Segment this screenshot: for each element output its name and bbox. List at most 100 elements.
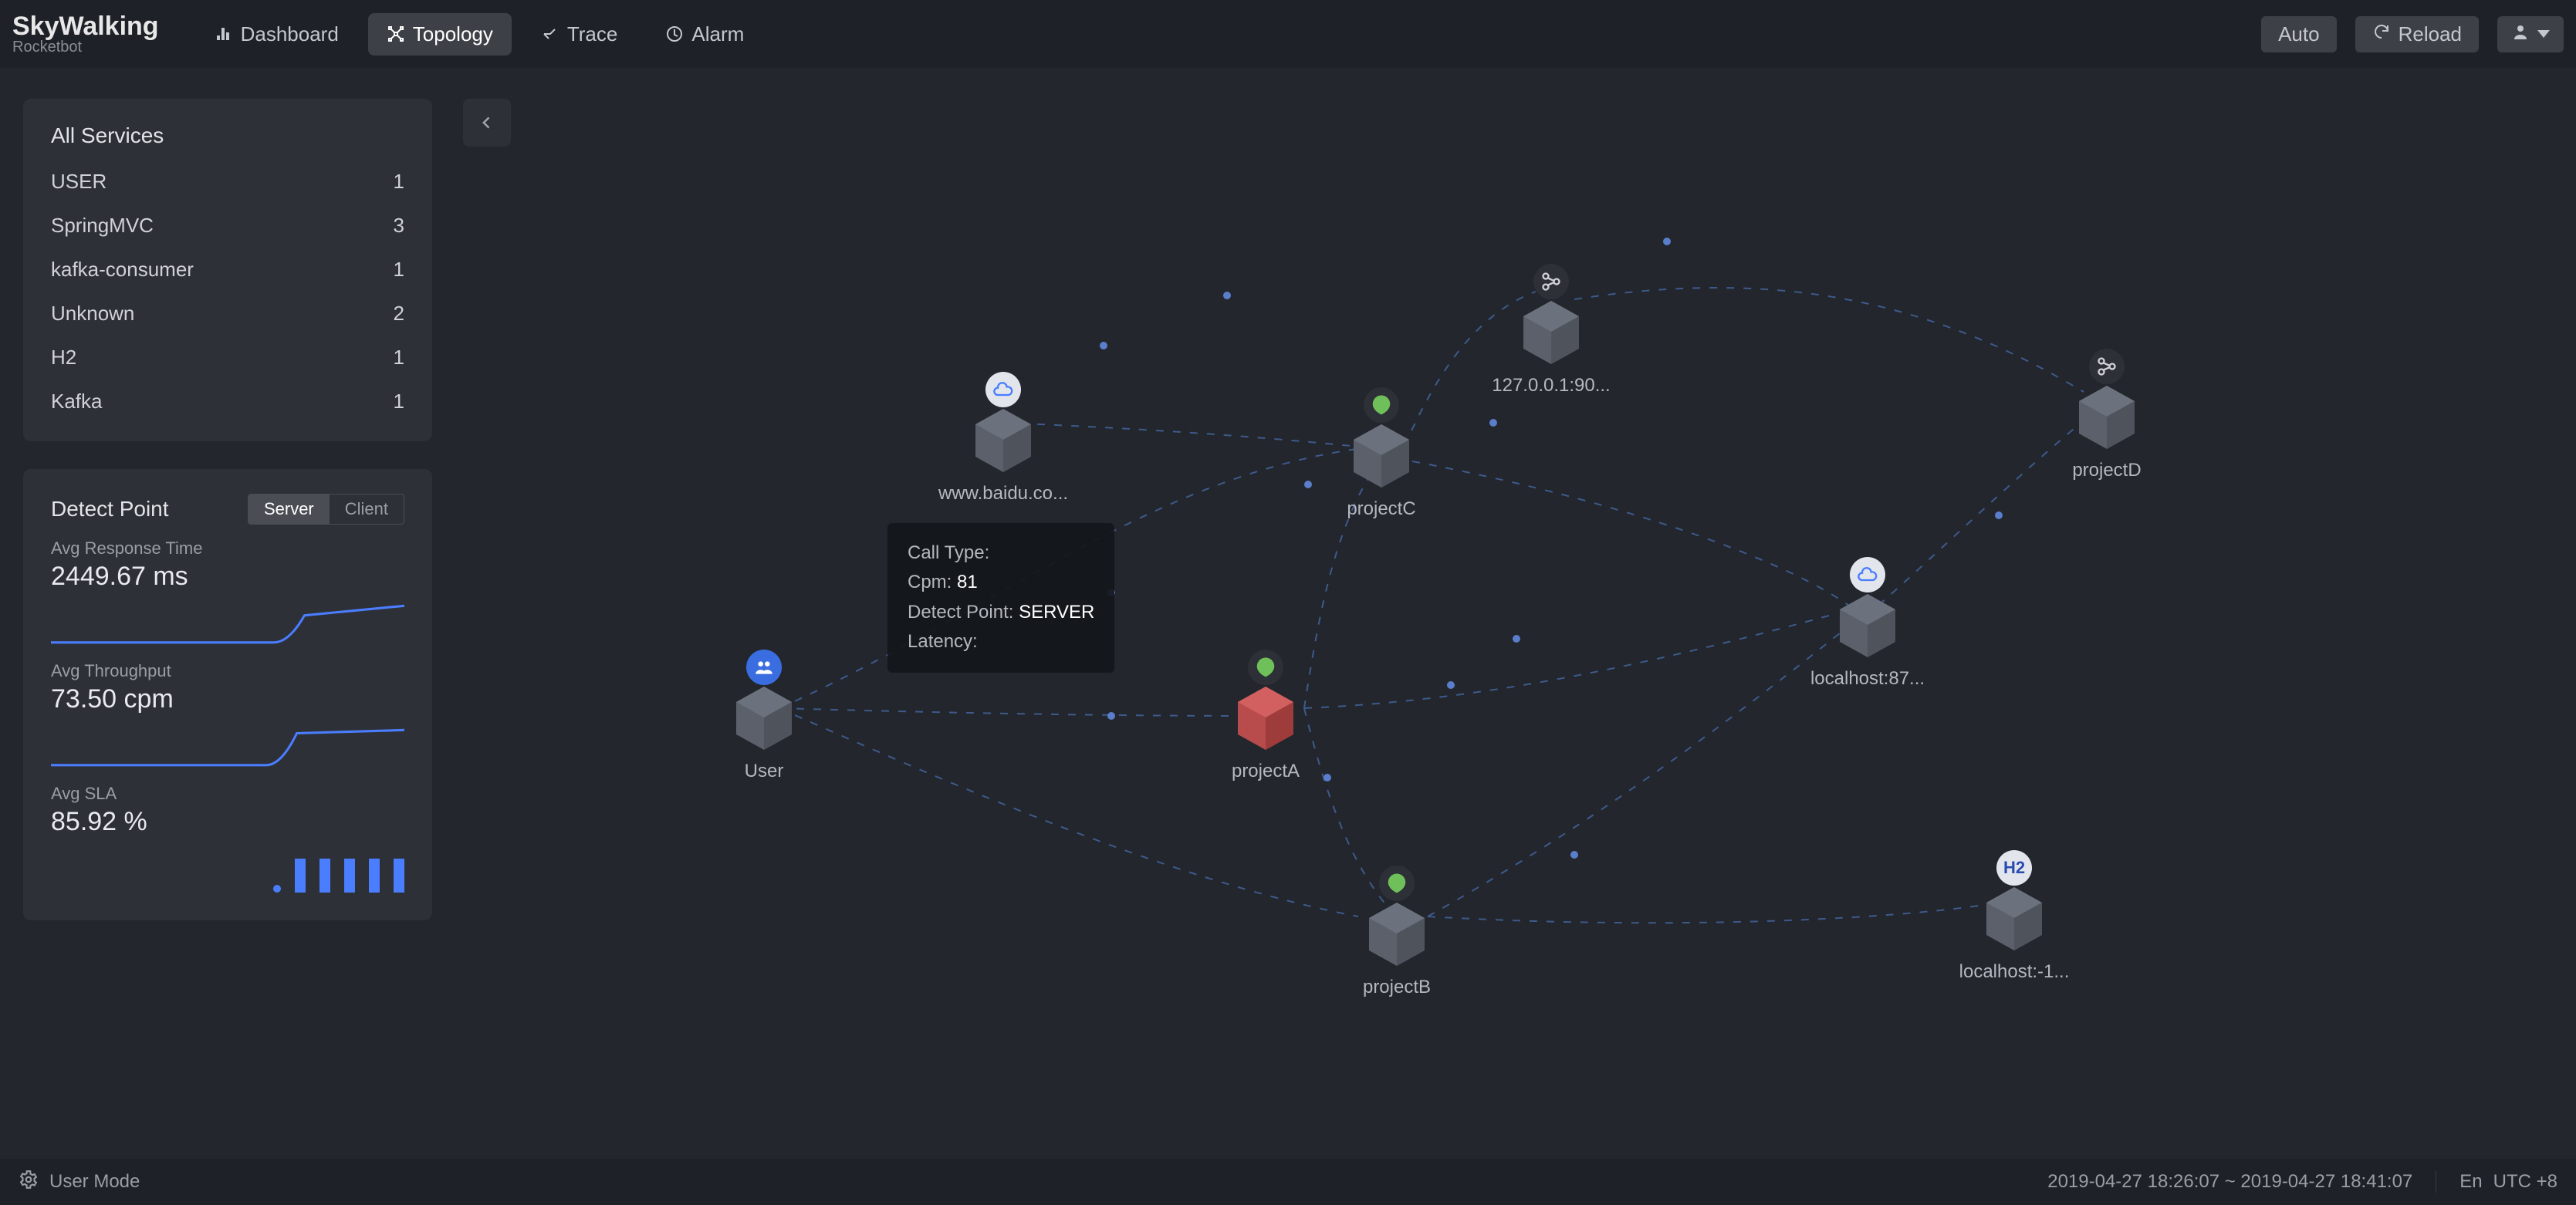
kafka-icon bbox=[2089, 349, 2125, 384]
dashboard-icon bbox=[215, 25, 233, 43]
service-name: SpringMVC bbox=[51, 214, 154, 238]
node-label: localhost:87... bbox=[1810, 668, 1925, 690]
nav-label: Dashboard bbox=[241, 22, 339, 46]
auto-toggle[interactable]: Auto bbox=[2261, 16, 2337, 52]
user-mode-toggle[interactable]: User Mode bbox=[49, 1171, 140, 1193]
metric-label: Avg SLA bbox=[51, 784, 404, 804]
throughput-sparkline bbox=[51, 722, 404, 770]
h2-icon: H2 bbox=[1996, 850, 2032, 886]
metric-label: Avg Throughput bbox=[51, 661, 404, 681]
tooltip-latency-key: Latency: bbox=[908, 631, 978, 652]
topology-node-projectb[interactable]: projectB bbox=[1354, 866, 1439, 998]
node-label: projectB bbox=[1363, 977, 1431, 998]
service-row[interactable]: kafka-consumer 1 bbox=[51, 258, 404, 282]
spring-icon bbox=[1379, 866, 1415, 901]
nav-label: Alarm bbox=[691, 22, 744, 46]
tooltip-dp-key: Detect Point: bbox=[908, 602, 1013, 623]
edge-tooltip: Call Type: Cpm: 81 Detect Point: SERVER … bbox=[887, 523, 1114, 673]
sla-sparkline bbox=[51, 845, 404, 893]
nav-alarm[interactable]: Alarm bbox=[647, 13, 762, 56]
spring-icon bbox=[1364, 387, 1399, 423]
service-row[interactable]: Unknown 2 bbox=[51, 302, 404, 326]
topology-node-baidu[interactable]: www.baidu.co... bbox=[961, 372, 1046, 505]
tooltip-cpm-key: Cpm: bbox=[908, 572, 952, 592]
status-bar: User Mode 2019-04-27 18:26:07 ~ 2019-04-… bbox=[0, 1159, 2576, 1205]
tooltip-cpm-val: 81 bbox=[957, 572, 978, 592]
service-name: kafka-consumer bbox=[51, 258, 194, 282]
timezone-label: UTC +8 bbox=[2493, 1171, 2557, 1193]
user-icon bbox=[746, 650, 782, 685]
language-toggle[interactable]: En bbox=[2459, 1171, 2482, 1193]
metric-value: 2449.67 ms bbox=[51, 562, 404, 592]
nav-topology[interactable]: Topology bbox=[368, 13, 512, 56]
service-count: 1 bbox=[394, 346, 404, 370]
topology-canvas[interactable]: .edge{stroke:#3d5a8c;stroke-width:2;stro… bbox=[463, 68, 2576, 1159]
service-count: 2 bbox=[394, 302, 404, 326]
service-count: 1 bbox=[394, 170, 404, 194]
node-label: www.baidu.co... bbox=[938, 483, 1068, 505]
cloud-icon bbox=[1850, 557, 1885, 592]
panel-title: All Services bbox=[51, 123, 404, 148]
topology-node-projectc[interactable]: projectC bbox=[1339, 387, 1424, 520]
node-label: projectA bbox=[1232, 761, 1300, 782]
metric-value: 85.92 % bbox=[51, 807, 404, 837]
nav-trace[interactable]: Trace bbox=[522, 13, 637, 56]
metric-response-time: Avg Response Time 2449.67 ms bbox=[51, 538, 404, 647]
gear-icon[interactable] bbox=[19, 1170, 39, 1195]
node-label: 127.0.0.1:90... bbox=[1492, 375, 1610, 397]
response-sparkline bbox=[51, 599, 404, 647]
service-count: 1 bbox=[394, 390, 404, 413]
node-label: projectD bbox=[2072, 460, 2141, 481]
app-logo: SkyWalking Rocketbot bbox=[12, 13, 159, 55]
topology-node-localhost87[interactable]: localhost:87... bbox=[1825, 557, 1910, 690]
topology-node-user[interactable]: User bbox=[722, 650, 806, 782]
service-name: H2 bbox=[51, 346, 76, 370]
reload-button[interactable]: Reload bbox=[2355, 16, 2479, 52]
user-mode-label: User Mode bbox=[49, 1171, 140, 1193]
service-row[interactable]: SpringMVC 3 bbox=[51, 214, 404, 238]
service-name: Unknown bbox=[51, 302, 134, 326]
topology-node-localhost-h2[interactable]: H2 localhost:-1... bbox=[1972, 850, 2057, 983]
service-row[interactable]: H2 1 bbox=[51, 346, 404, 370]
segment-server[interactable]: Server bbox=[248, 494, 330, 524]
topology-node-kafka[interactable]: 127.0.0.1:90... bbox=[1509, 264, 1594, 397]
metric-value: 73.50 cpm bbox=[51, 684, 404, 714]
nav-dashboard[interactable]: Dashboard bbox=[196, 13, 357, 56]
service-count: 3 bbox=[394, 214, 404, 238]
metric-label: Avg Response Time bbox=[51, 538, 404, 559]
topology-node-projectd[interactable]: projectD bbox=[2064, 349, 2149, 481]
reload-icon bbox=[2372, 22, 2391, 46]
app-subtitle: Rocketbot bbox=[12, 39, 159, 55]
nav-label: Topology bbox=[413, 22, 493, 46]
reload-label: Reload bbox=[2399, 22, 2462, 46]
service-name: Kafka bbox=[51, 390, 103, 413]
service-name: USER bbox=[51, 170, 106, 194]
service-row[interactable]: USER 1 bbox=[51, 170, 404, 194]
chevron-down-icon bbox=[2537, 30, 2550, 38]
time-range[interactable]: 2019-04-27 18:26:07 ~ 2019-04-27 18:41:0… bbox=[2047, 1171, 2412, 1193]
service-list: USER 1 SpringMVC 3 kafka-consumer 1 Unknown… bbox=[51, 170, 404, 413]
main-nav: Dashboard Topology Trace Alarm bbox=[196, 13, 763, 56]
topology-node-projecta[interactable]: projectA bbox=[1223, 650, 1308, 782]
tooltip-dp-val: SERVER bbox=[1019, 602, 1094, 623]
service-count: 1 bbox=[394, 258, 404, 282]
cloud-icon bbox=[985, 372, 1021, 407]
node-label: projectC bbox=[1347, 498, 1415, 520]
app-title: SkyWalking bbox=[12, 13, 159, 39]
all-services-panel: All Services USER 1 SpringMVC 3 kafka-cons… bbox=[23, 99, 432, 441]
trace-icon bbox=[541, 25, 559, 43]
topology-icon bbox=[387, 25, 405, 43]
server-client-segment: Server Client bbox=[248, 494, 404, 525]
auto-label: Auto bbox=[2278, 22, 2320, 46]
detect-point-panel: Detect Point Server Client Avg Response … bbox=[23, 469, 432, 920]
metric-sla: Avg SLA 85.92 % bbox=[51, 784, 404, 893]
spring-icon bbox=[1248, 650, 1283, 685]
user-icon bbox=[2511, 22, 2530, 46]
metric-throughput: Avg Throughput 73.50 cpm bbox=[51, 661, 404, 770]
user-menu[interactable] bbox=[2497, 16, 2564, 52]
segment-client[interactable]: Client bbox=[330, 494, 404, 524]
nav-label: Trace bbox=[567, 22, 618, 46]
tooltip-call-type-key: Call Type: bbox=[908, 542, 989, 563]
node-label: localhost:-1... bbox=[1959, 961, 2070, 983]
service-row[interactable]: Kafka 1 bbox=[51, 390, 404, 413]
